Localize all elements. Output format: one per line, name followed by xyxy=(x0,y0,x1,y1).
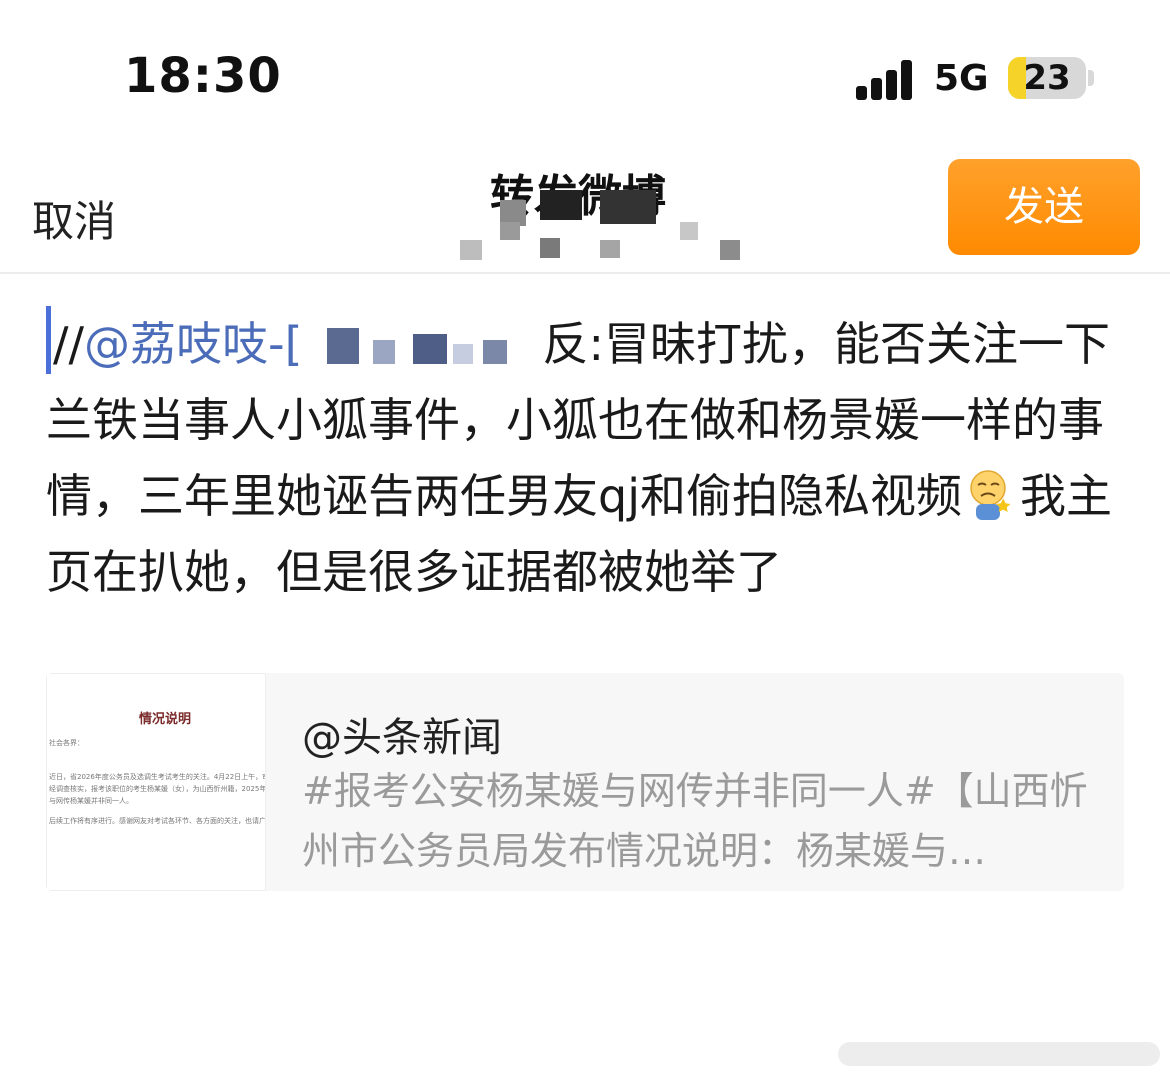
mention-suffix: 反 xyxy=(542,317,589,371)
repost-text-input[interactable]: //@荔吱吱-[ 反:冒昧打扰，能否关注一下兰铁当事人小狐事件，小狐也在做和杨景… xyxy=(46,306,1126,610)
thumbnail-line: 社会各界： xyxy=(49,739,84,747)
status-time: 18:30 xyxy=(124,48,282,104)
thumbnail-line: 与网传杨某媛并非同一人。 xyxy=(49,797,133,805)
post-thumbnail[interactable]: 情况说明 社会各界： 近日，省2026年度公务员及选调生考试考生的关注。4月22… xyxy=(46,673,266,891)
redacted-username xyxy=(303,314,543,370)
nav-bar: 取消 转发微博 发送 xyxy=(0,150,1170,274)
thumbnail-line: 近日，省2026年度公务员及选调生考试考生的关注。4月22日上午，审核组 xyxy=(49,773,265,781)
send-button[interactable]: 发送 xyxy=(948,159,1140,255)
battery-cap xyxy=(1088,70,1094,86)
repost-screen: 18:30 5G 23 取消 转发微博 发送 xyxy=(0,0,1170,1085)
mention-link[interactable]: @荔吱吱-[ xyxy=(84,317,303,371)
quoted-post-card[interactable]: 情况说明 社会各界： 近日，省2026年度公务员及选调生考试考生的关注。4月22… xyxy=(46,673,1124,891)
cellular-signal-icon xyxy=(856,58,916,100)
network-type: 5G xyxy=(934,58,989,99)
battery-percent: 23 xyxy=(1023,58,1071,98)
status-bar: 18:30 5G 23 xyxy=(0,0,1170,150)
quoted-text: #报考公安杨某媛与网传并非同一人#【山西忻州市公务员局发布情况说明：杨某媛与… xyxy=(302,769,1088,873)
home-indicator xyxy=(838,1042,1160,1066)
repost-prefix: // xyxy=(53,317,84,371)
text-cursor xyxy=(46,306,51,374)
thumbnail-title: 情况说明 xyxy=(139,712,192,727)
thumbnail-line: 经调查核实，报考该职位的考生杨某媛（女），为山西忻州籍，2025年7月本科 xyxy=(49,785,265,793)
thumbnail-line: 后续工作将有序进行。感谢网友对考试各环节、各方面的关注，也请广大网友 xyxy=(49,817,265,825)
cancel-button[interactable]: 取消 xyxy=(32,188,116,249)
sad-face-emoji xyxy=(970,470,1011,520)
battery-icon: 23 xyxy=(1008,57,1086,99)
quoted-author[interactable]: @头条新闻 xyxy=(302,705,502,763)
